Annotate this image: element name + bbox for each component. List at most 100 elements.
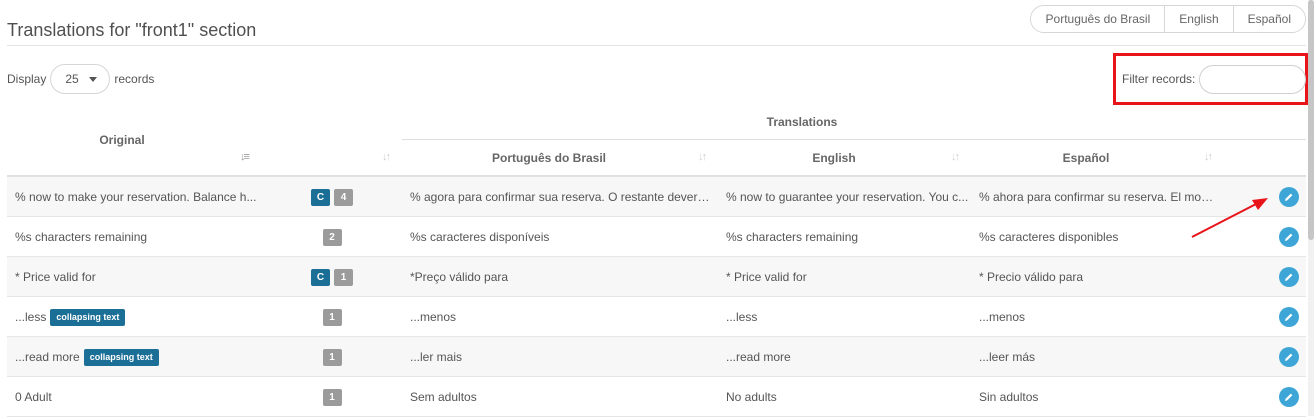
count-badge: 1 — [322, 308, 342, 326]
sort-icon[interactable]: ↓↑ — [951, 151, 960, 163]
count-badge: 1 — [322, 348, 342, 366]
header-divider — [7, 45, 1306, 46]
lang-button-es[interactable]: Español — [1233, 6, 1305, 32]
cell-translation-en: %s characters remaining — [726, 217, 970, 257]
sort-icon[interactable]: ↓≡ — [240, 151, 250, 163]
cell-original: * Price valid for — [15, 257, 265, 297]
cell-original: %s characters remaining — [15, 217, 265, 257]
table-row: * Price valid for C 1 *Preço válido para * P… — [7, 257, 1306, 297]
translation-text-es: % ahora para confirmar su reserva. El mo… — [979, 190, 1219, 204]
translation-text-es: %s caracteres disponibles — [979, 230, 1119, 244]
edit-button[interactable] — [1279, 307, 1299, 327]
language-switcher: Português do Brasil English Español — [1029, 5, 1306, 33]
pencil-icon — [1285, 393, 1293, 401]
cell-translation-en: * Price valid for — [726, 257, 970, 297]
original-text: % now to make your reservation. Balance … — [15, 190, 257, 204]
translation-text-en: * Price valid for — [726, 270, 807, 284]
translation-text-en: ...less — [726, 310, 758, 324]
translation-text-en: ...read more — [726, 350, 791, 364]
records-per-page-value: 25 — [65, 72, 79, 86]
sort-icon[interactable]: ↓↑ — [698, 151, 707, 163]
translation-text-pt: %s caracteres disponíveis — [410, 230, 550, 244]
cell-actions — [1277, 377, 1301, 417]
edit-button[interactable] — [1279, 187, 1299, 207]
table-row: % now to make your reservation. Balance … — [7, 177, 1306, 217]
translation-text-pt: *Preço válido para — [410, 270, 509, 284]
column-header-pt[interactable]: Português do Brasil — [402, 151, 696, 165]
cell-usage-badges: 2 — [287, 217, 377, 257]
translation-text-pt: % agora para confirmar sua reserva. O re… — [410, 190, 715, 204]
translation-text-es: ...leer más — [979, 350, 1036, 364]
original-text: %s characters remaining — [15, 230, 148, 244]
filter-label: Filter records: — [1122, 72, 1196, 86]
original-text: * Price valid for — [15, 270, 96, 284]
sort-icon[interactable]: ↓↑ — [382, 151, 391, 163]
table-row: 0 Adult 1 Sem adultos No adults Sin adultos — [7, 377, 1306, 417]
table-row: ...less collapsing text 1 ...menos ...less..… — [7, 297, 1306, 337]
pencil-icon — [1285, 233, 1293, 241]
cell-actions — [1277, 217, 1301, 257]
cell-translation-pt: Sem adultos — [410, 377, 715, 417]
count-badge: 2 — [322, 228, 342, 246]
column-header-es[interactable]: Español — [970, 151, 1202, 165]
cell-translation-en: ...read more — [726, 337, 970, 377]
cell-translation-pt: %s caracteres disponíveis — [410, 217, 715, 257]
translations-group-divider — [402, 139, 1306, 140]
sort-icon[interactable]: ↓↑ — [1204, 151, 1213, 163]
pencil-icon — [1285, 193, 1293, 201]
cell-original: % now to make your reservation. Balance … — [15, 177, 265, 217]
edit-button[interactable] — [1279, 387, 1299, 407]
cell-usage-badges: 1 — [287, 337, 377, 377]
custom-badge: C — [311, 268, 330, 286]
column-header-en[interactable]: English — [718, 151, 950, 165]
cell-translation-pt: ...ler mais — [410, 337, 715, 377]
vertical-scrollbar[interactable] — [1308, 0, 1314, 416]
translation-text-en: % now to guarantee your reservation. You… — [726, 190, 969, 204]
lang-button-pt[interactable]: Português do Brasil — [1030, 6, 1166, 32]
edit-button[interactable] — [1279, 347, 1299, 367]
page-title: Translations for "front1" section — [7, 20, 257, 40]
translation-text-en: No adults — [726, 390, 777, 404]
cell-usage-badges: 1 — [287, 297, 377, 337]
translation-text-pt: ...menos — [410, 310, 457, 324]
cell-original: 0 Adult — [15, 377, 265, 417]
count-badge: 1 — [334, 268, 353, 286]
column-header-original[interactable]: Original — [7, 133, 237, 147]
cell-translation-pt: % agora para confirmar sua reserva. O re… — [410, 177, 715, 217]
pencil-icon — [1285, 353, 1293, 361]
filter-input[interactable] — [1199, 65, 1306, 94]
display-records-control: Display 25 records — [7, 64, 154, 94]
translation-text-es: * Precio válido para — [979, 270, 1084, 284]
original-text: 0 Adult — [15, 390, 52, 404]
edit-button[interactable] — [1279, 267, 1299, 287]
filter-highlight-box: Filter records: — [1113, 53, 1308, 105]
cell-actions — [1277, 257, 1301, 297]
lang-button-en[interactable]: English — [1165, 6, 1234, 32]
cell-actions — [1277, 337, 1301, 377]
cell-translation-pt: ...menos — [410, 297, 715, 337]
translation-text-en: %s characters remaining — [726, 230, 859, 244]
custom-badge: C — [311, 188, 330, 206]
cell-actions — [1277, 177, 1301, 217]
pencil-icon — [1285, 273, 1293, 281]
scrollbar-thumb[interactable] — [1308, 0, 1314, 240]
translations-group-header: Translations — [766, 115, 838, 129]
translation-text-pt: ...ler mais — [410, 350, 463, 364]
edit-button[interactable] — [1279, 227, 1299, 247]
cell-translation-en: ...less — [726, 297, 970, 337]
original-text: ...less — [15, 310, 47, 324]
display-prefix-label: Display — [7, 72, 47, 86]
cell-usage-badges: 1 — [287, 377, 377, 417]
cell-translation-es: ...leer más — [979, 337, 1219, 377]
cell-actions — [1277, 297, 1301, 337]
cell-original: ...read more collapsing text — [15, 337, 265, 377]
cell-translation-en: No adults — [726, 377, 970, 417]
records-per-page-select[interactable]: 25 — [50, 64, 111, 94]
cell-translation-es: ...menos — [979, 297, 1219, 337]
collapsing-text-tag: collapsing text — [83, 348, 159, 366]
cell-translation-es: * Precio válido para — [979, 257, 1219, 297]
table-row: ...read more collapsing text 1 ...ler mais.… — [7, 337, 1306, 377]
translation-text-pt: Sem adultos — [410, 390, 477, 404]
cell-usage-badges: C4 — [287, 177, 377, 217]
cell-translation-en: % now to guarantee your reservation. You… — [726, 177, 970, 217]
